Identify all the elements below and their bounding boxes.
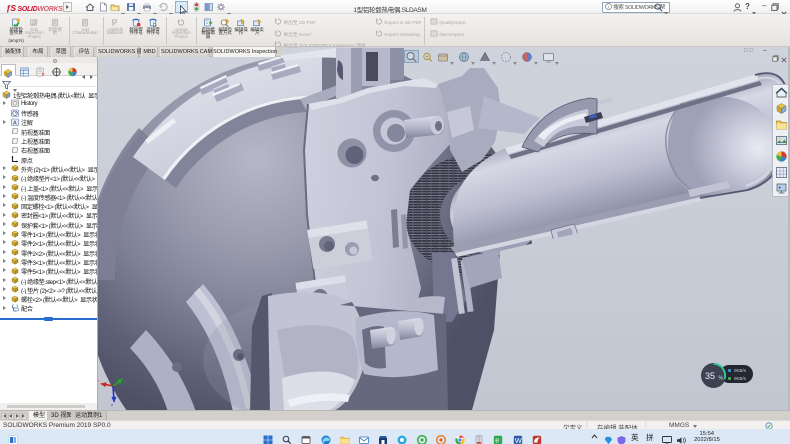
svg-text:y: y [124, 379, 126, 384]
svg-text:35: 35 [705, 371, 715, 381]
svg-text:z: z [111, 402, 113, 407]
svg-text:%: % [719, 376, 724, 382]
svg-text:A: A [13, 120, 17, 126]
svg-text:W: W [514, 435, 522, 444]
svg-text:e: e [496, 437, 500, 444]
